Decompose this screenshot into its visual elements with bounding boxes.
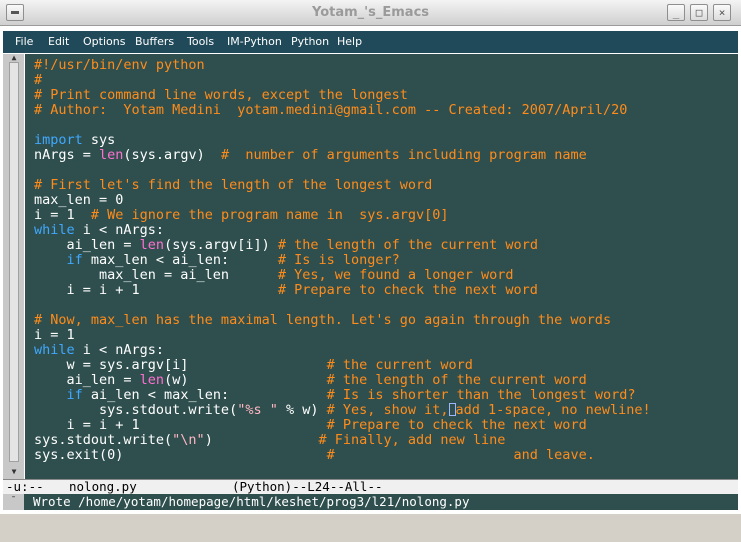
menu-python[interactable]: Python	[291, 35, 329, 48]
mode-line: -u:-- nolong.py (Python)--L24--All--	[3, 479, 738, 494]
maximize-icon: □	[695, 6, 703, 19]
minibuffer[interactable]: ¯ Wrote /home/yotam/homepage/html/keshet…	[3, 494, 738, 510]
maximize-button[interactable]: □	[690, 4, 708, 21]
code-text[interactable]: #!/usr/bin/env python # # Print command …	[34, 58, 651, 463]
window-title-bar[interactable]: Yotam_'s_Emacs _ □ ×	[0, 0, 741, 26]
menu-help[interactable]: Help	[337, 35, 362, 48]
scroll-up-arrow-icon[interactable]: ▲	[9, 54, 19, 62]
menu-tools[interactable]: Tools	[187, 35, 214, 48]
modeline-status: -u:--	[6, 479, 44, 494]
menu-bar: File Edit Options Buffers Tools IM-Pytho…	[3, 31, 738, 53]
vertical-scrollbar[interactable]: ▲ ▼	[3, 54, 24, 479]
scroll-down-arrow-icon[interactable]: ▼	[9, 468, 19, 476]
menu-options[interactable]: Options	[83, 35, 125, 48]
minimize-icon: _	[672, 6, 680, 19]
window-title: Yotam_'s_Emacs	[311, 5, 430, 20]
scroll-thumb[interactable]	[9, 62, 19, 462]
menu-file[interactable]: File	[15, 35, 33, 48]
minimize-button[interactable]: _	[667, 4, 685, 21]
editor-buffer[interactable]: #!/usr/bin/env python # # Print command …	[25, 54, 738, 479]
close-icon: ×	[718, 6, 726, 19]
menu-buffers[interactable]: Buffers	[135, 35, 174, 48]
minibuffer-message: Wrote /home/yotam/homepage/html/keshet/p…	[33, 494, 470, 509]
minibuffer-icon: ¯	[3, 494, 24, 510]
menu-im-python[interactable]: IM-Python	[227, 35, 282, 48]
close-button[interactable]: ×	[713, 4, 731, 21]
menu-edit[interactable]: Edit	[48, 35, 69, 48]
modeline-mode-info: (Python)--L24--All--	[232, 479, 383, 494]
modeline-buffer-name[interactable]: nolong.py	[69, 480, 137, 493]
